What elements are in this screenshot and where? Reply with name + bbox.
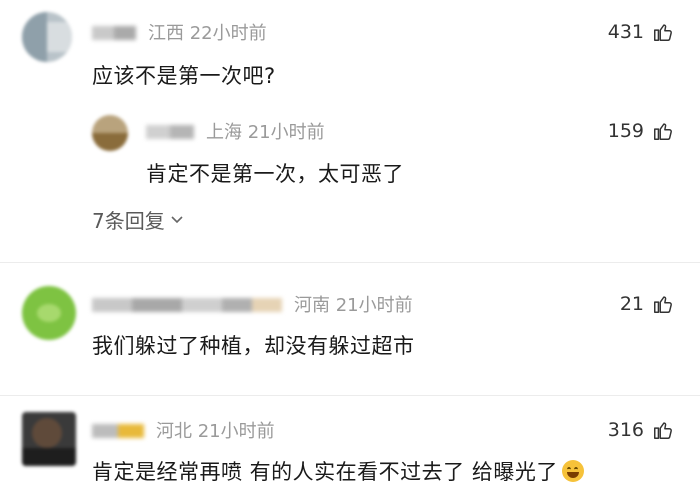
username-blurred[interactable]	[92, 297, 282, 312]
username-blurred[interactable]	[92, 25, 136, 40]
like-button[interactable]: 21	[620, 290, 674, 318]
view-replies-label: 7条回复	[92, 209, 165, 233]
like-button[interactable]: 431	[608, 18, 674, 46]
chevron-down-icon	[171, 215, 183, 223]
comment-item: 河南 21小时前 21 我们躲过了种植，却没有躲过超市	[0, 270, 700, 380]
comment-text-row: 肯定是经常再喷 有的人实在看不过去了 给曝光了	[92, 456, 584, 486]
reply-text: 肯定不是第一次，太可恶了	[146, 162, 404, 186]
divider	[0, 395, 700, 396]
thumbs-up-icon	[654, 24, 672, 41]
like-button[interactable]: 316	[608, 416, 674, 444]
comment-location-time: 江西 22小时前	[148, 23, 267, 44]
comment-text: 肯定是经常再喷 有的人实在看不过去了 给曝光了	[92, 460, 558, 484]
comment-item: 河北 21小时前 316 肯定是经常再喷 有的人实在看不过去了 给曝光了	[0, 400, 700, 500]
avatar[interactable]	[22, 412, 76, 466]
comment-location-time: 河南 21小时前	[294, 295, 413, 316]
laughing-tears-emoji-icon	[561, 460, 584, 482]
thumbs-up-icon	[654, 422, 672, 439]
comment-item: 江西 22小时前 431 应该不是第一次吧? 上海 21小时前 159 肯定不是…	[0, 0, 700, 250]
thumbs-up-icon	[654, 123, 672, 140]
username-blurred[interactable]	[146, 124, 194, 139]
view-replies-link[interactable]: 7条回复	[92, 205, 183, 234]
comment-text: 我们躲过了种植，却没有躲过超市	[92, 334, 415, 358]
like-count: 316	[607, 419, 644, 441]
avatar[interactable]	[92, 115, 128, 151]
username-blurred[interactable]	[92, 423, 144, 438]
like-count: 159	[607, 120, 644, 142]
like-count: 21	[619, 293, 644, 315]
thumbs-up-icon	[654, 296, 672, 313]
comment-location-time: 河北 21小时前	[156, 421, 275, 442]
divider	[0, 262, 700, 263]
comment-text: 应该不是第一次吧?	[92, 64, 276, 88]
reply-location-time: 上海 21小时前	[206, 122, 325, 143]
avatar[interactable]	[22, 12, 72, 62]
like-button[interactable]: 159	[608, 117, 674, 145]
like-count: 431	[607, 21, 644, 43]
avatar[interactable]	[22, 286, 76, 340]
